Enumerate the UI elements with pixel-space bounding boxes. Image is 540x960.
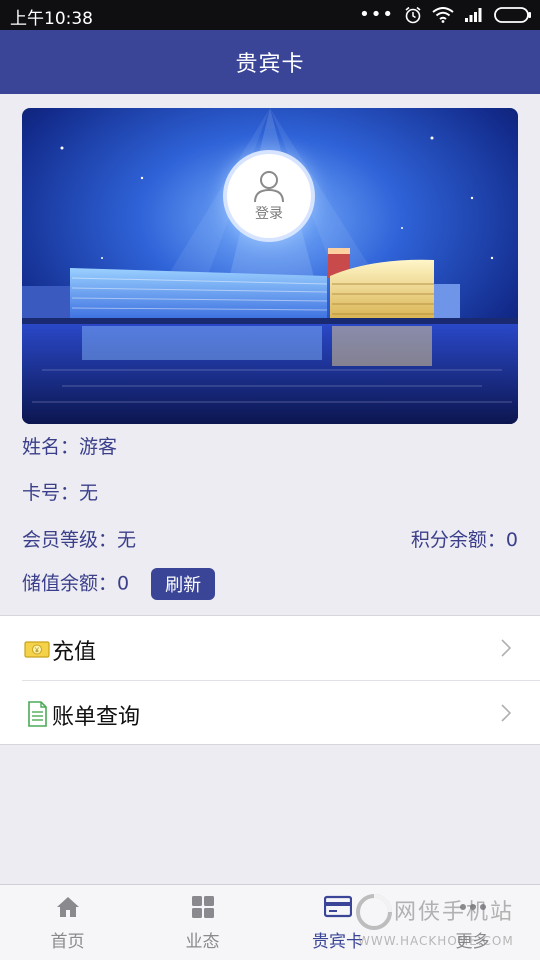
- signal-icon: [465, 8, 482, 22]
- status-bar: 上午10:38 •••: [0, 0, 540, 30]
- home-icon: [56, 897, 79, 917]
- menu-item-recharge[interactable]: ¥ 充值: [0, 616, 540, 680]
- more-dots-icon: •••: [359, 4, 394, 25]
- tab-label-more: 更多: [455, 932, 490, 952]
- tab-business[interactable]: 业态: [135, 885, 270, 960]
- login-button[interactable]: 登录: [223, 150, 315, 242]
- menu-label-recharge: 充值: [52, 640, 97, 665]
- tab-vip-card[interactable]: 贵宾卡: [270, 885, 405, 960]
- wifi-icon: [432, 7, 454, 23]
- stored-value-row: 储值余额：0 刷新: [22, 568, 518, 600]
- bottom-tab-bar: 首页 业态 贵宾卡 更多: [0, 884, 540, 960]
- grid-icon: [191, 896, 214, 918]
- alarm-icon: [405, 6, 421, 24]
- refresh-button[interactable]: 刷新: [151, 568, 216, 600]
- stored-value-balance: 储值余额：0: [22, 572, 130, 595]
- menu-label-bill-query: 账单查询: [52, 705, 141, 730]
- vip-card-banner: 登录: [22, 108, 518, 424]
- more-icon: [459, 904, 486, 910]
- points-balance: 积分余额：0: [410, 529, 518, 551]
- svg-text:¥: ¥: [35, 648, 39, 655]
- battery-icon: [494, 7, 531, 23]
- tab-label-home: 首页: [50, 932, 85, 952]
- page-title: 贵宾卡: [235, 52, 305, 77]
- tab-label-business: 业态: [185, 932, 220, 952]
- menu-item-bill-query[interactable]: 账单查询: [0, 681, 540, 745]
- card-icon: [323, 895, 352, 918]
- member-level: 会员等级：无: [22, 529, 137, 551]
- level-points-row: 会员等级：无 积分余额：0: [22, 525, 518, 552]
- tab-label-vip-card: 贵宾卡: [312, 932, 363, 952]
- status-time: 上午10:38: [10, 9, 93, 29]
- tab-home[interactable]: 首页: [0, 885, 135, 960]
- app-header: 贵宾卡: [0, 30, 540, 94]
- member-name: 姓名：游客: [22, 436, 118, 458]
- chevron-right-icon: [501, 639, 512, 657]
- tab-more[interactable]: 更多: [405, 885, 540, 960]
- action-menu: ¥ 充值 账单查询: [0, 615, 540, 745]
- name-row: 姓名：游客: [22, 432, 518, 459]
- user-avatar-icon: [254, 171, 284, 203]
- card-number-row: 卡号：无: [22, 478, 518, 505]
- bill-document-icon: [28, 701, 47, 727]
- login-label: 登录: [255, 206, 283, 222]
- card-number: 卡号：无: [22, 482, 99, 504]
- chevron-right-icon: [501, 704, 512, 722]
- status-icons: •••: [359, 5, 532, 25]
- money-icon: ¥: [24, 641, 50, 658]
